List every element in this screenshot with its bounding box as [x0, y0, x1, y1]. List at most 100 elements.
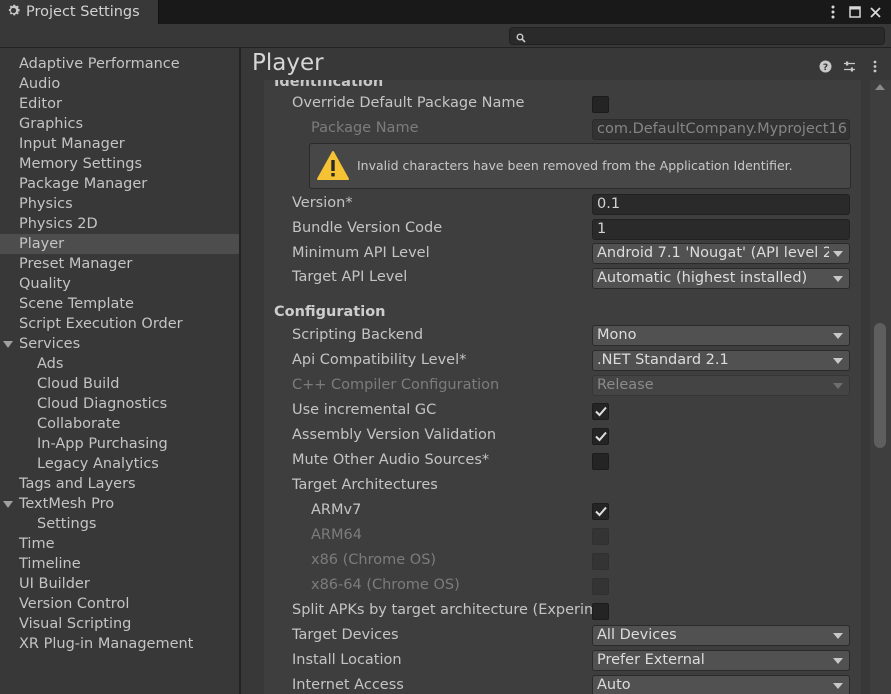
- warning-icon: [316, 150, 350, 182]
- field-label: Version*: [292, 195, 353, 211]
- foldout-arrow-icon[interactable]: [3, 501, 13, 508]
- sidebar-item-in-app-purchasing[interactable]: In-App Purchasing: [0, 434, 239, 454]
- mute-audio-checkbox[interactable]: [592, 453, 609, 470]
- sidebar-item-ui-builder[interactable]: UI Builder: [0, 574, 239, 594]
- sidebar-item-label: Cloud Build: [37, 376, 120, 392]
- sidebar-item-graphics[interactable]: Graphics: [0, 114, 239, 134]
- package-name-row: Package Name com.DefaultCompany.Myprojec…: [264, 118, 861, 140]
- internet-access-row: Internet Access Auto: [264, 675, 861, 694]
- chevron-down-icon: [833, 333, 843, 339]
- field-label: Install Location: [292, 652, 402, 668]
- sidebar-item-tags-and-layers[interactable]: Tags and Layers: [0, 474, 239, 494]
- sidebar-item-adaptive-performance[interactable]: Adaptive Performance: [0, 54, 239, 74]
- sidebar-item-player[interactable]: Player: [0, 234, 239, 254]
- sidebar-item-cloud-diagnostics[interactable]: Cloud Diagnostics: [0, 394, 239, 414]
- sidebar-item-cloud-build[interactable]: Cloud Build: [0, 374, 239, 394]
- sidebar-item-textmesh-pro[interactable]: TextMesh Pro: [0, 494, 239, 514]
- scrollbar-thumb[interactable]: [874, 323, 886, 448]
- foldout-arrow-icon[interactable]: [3, 341, 13, 348]
- target-architectures-row: Target Architectures: [264, 475, 861, 497]
- armv7-row: ARMv7: [264, 500, 861, 522]
- sidebar-item-label: Package Manager: [19, 176, 148, 192]
- section-header-configuration: Configuration: [274, 304, 386, 320]
- search-input[interactable]: [509, 27, 885, 45]
- api-compatibility-dropdown[interactable]: .NET Standard 2.1: [592, 350, 850, 371]
- sidebar-item-script-execution-order[interactable]: Script Execution Order: [0, 314, 239, 334]
- warning-helpbox: Invalid characters have been removed fro…: [309, 143, 851, 189]
- target-devices-row: Target Devices All Devices: [264, 625, 861, 647]
- inspector-content: Identification Override Default Package …: [264, 80, 861, 694]
- settings-sidebar: Adaptive Performance Audio Editor Graphics I…: [0, 48, 239, 694]
- maximize-icon[interactable]: [845, 0, 865, 24]
- target-devices-dropdown[interactable]: All Devices: [592, 625, 850, 646]
- target-api-level-dropdown[interactable]: Automatic (highest installed): [592, 268, 850, 289]
- field-label: C++ Compiler Configuration: [292, 377, 500, 393]
- armv7-checkbox[interactable]: [592, 503, 609, 520]
- minimum-api-level-dropdown[interactable]: Android 7.1 'Nougat' (API level 25): [592, 243, 850, 264]
- arm64-checkbox: [592, 528, 609, 545]
- sidebar-item-scene-template[interactable]: Scene Template: [0, 294, 239, 314]
- sidebar-item-label: Visual Scripting: [19, 616, 132, 632]
- minimum-api-level-row: Minimum API Level Android 7.1 'Nougat' (…: [264, 243, 861, 265]
- field-label: x86 (Chrome OS): [311, 552, 437, 568]
- sidebar-item-label: TextMesh Pro: [19, 496, 115, 512]
- scroll-up-arrow-icon[interactable]: [875, 84, 885, 90]
- window-title: Project Settings: [26, 4, 140, 20]
- split-apks-checkbox[interactable]: [592, 603, 609, 620]
- section-header-identification: Identification: [274, 80, 384, 90]
- sidebar-item-services[interactable]: Services: [0, 334, 239, 354]
- chevron-down-icon: [833, 251, 843, 257]
- close-icon[interactable]: [865, 0, 885, 24]
- sidebar-item-physics[interactable]: Physics: [0, 194, 239, 214]
- sidebar-item-quality[interactable]: Quality: [0, 274, 239, 294]
- dropdown-value: All Devices: [597, 627, 677, 643]
- install-location-dropdown[interactable]: Prefer External: [592, 650, 850, 671]
- vertical-scrollbar[interactable]: [870, 80, 891, 694]
- more-icon[interactable]: [868, 59, 882, 73]
- field-label: Target API Level: [292, 269, 408, 285]
- arm64-row: ARM64: [264, 525, 861, 547]
- sidebar-item-time[interactable]: Time: [0, 534, 239, 554]
- sidebar-item-preset-manager[interactable]: Preset Manager: [0, 254, 239, 274]
- internet-access-dropdown[interactable]: Auto: [592, 675, 850, 694]
- sidebar-item-audio[interactable]: Audio: [0, 74, 239, 94]
- assembly-validation-checkbox[interactable]: [592, 428, 609, 445]
- field-label: Scripting Backend: [292, 327, 424, 343]
- sidebar-item-visual-scripting[interactable]: Visual Scripting: [0, 614, 239, 634]
- project-settings-tab[interactable]: Project Settings: [0, 0, 158, 24]
- sidebar-item-legacy-analytics[interactable]: Legacy Analytics: [0, 454, 239, 474]
- override-package-name-checkbox[interactable]: [592, 96, 609, 113]
- sidebar-item-label: Audio: [19, 76, 61, 92]
- sidebar-item-version-control[interactable]: Version Control: [0, 594, 239, 614]
- sidebar-item-label: Tags and Layers: [19, 476, 136, 492]
- sidebar-item-ads[interactable]: Ads: [0, 354, 239, 374]
- sidebar-item-xr-plug-in-management[interactable]: XR Plug-in Management: [0, 634, 239, 654]
- sidebar-item-label: XR Plug-in Management: [19, 636, 194, 652]
- package-name-field: com.DefaultCompany.Myproject16: [592, 119, 850, 140]
- sidebar-item-collaborate[interactable]: Collaborate: [0, 414, 239, 434]
- sidebar-item-physics-2d[interactable]: Physics 2D: [0, 214, 239, 234]
- presets-icon[interactable]: [842, 59, 856, 73]
- field-label: Target Devices: [292, 627, 399, 643]
- target-api-level-row: Target API Level Automatic (highest inst…: [264, 267, 861, 289]
- scripting-backend-dropdown[interactable]: Mono: [592, 325, 850, 346]
- sidebar-item-editor[interactable]: Editor: [0, 94, 239, 114]
- dropdown-value: Release: [597, 377, 654, 393]
- help-icon[interactable]: ?: [818, 59, 832, 73]
- cpp-compiler-row: C++ Compiler Configuration Release: [264, 375, 861, 397]
- sidebar-item-package-manager[interactable]: Package Manager: [0, 174, 239, 194]
- sidebar-item-memory-settings[interactable]: Memory Settings: [0, 154, 239, 174]
- sidebar-item-label: Ads: [37, 356, 64, 372]
- bundle-version-code-input[interactable]: 1: [592, 219, 850, 240]
- field-label: Api Compatibility Level*: [292, 352, 467, 368]
- sidebar-item-timeline[interactable]: Timeline: [0, 554, 239, 574]
- sidebar-item-input-manager[interactable]: Input Manager: [0, 134, 239, 154]
- chevron-down-icon: [833, 383, 843, 389]
- dropdown-value: .NET Standard 2.1: [597, 352, 729, 368]
- sidebar-item-settings[interactable]: Settings: [0, 514, 239, 534]
- incremental-gc-checkbox[interactable]: [592, 403, 609, 420]
- more-icon[interactable]: [823, 0, 843, 24]
- version-input[interactable]: 0.1: [592, 194, 850, 215]
- sidebar-item-label: Preset Manager: [19, 256, 133, 272]
- install-location-row: Install Location Prefer External: [264, 650, 861, 672]
